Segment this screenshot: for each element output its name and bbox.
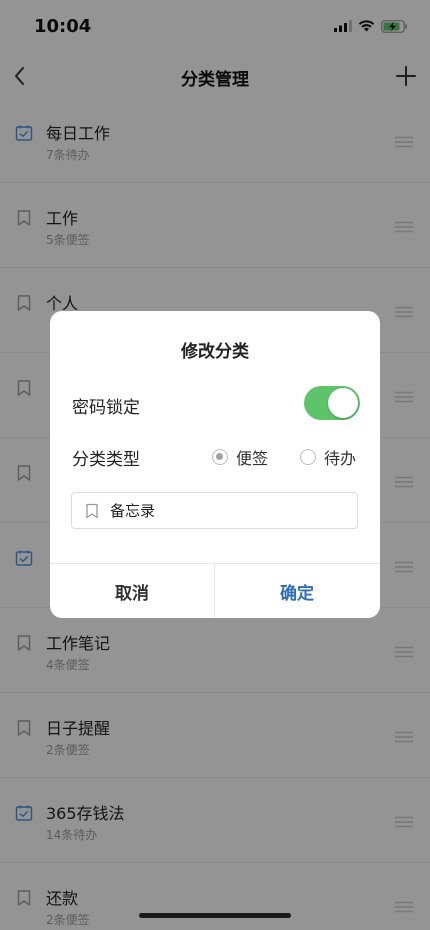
- category-type-label: 分类类型: [72, 450, 140, 470]
- type-option-note[interactable]: 便签: [212, 445, 268, 469]
- cancel-button[interactable]: 取消: [50, 564, 214, 618]
- edit-category-dialog: 修改分类 密码锁定 分类类型 便签 待办 取消 确定: [50, 311, 380, 618]
- bookmark-icon: [86, 503, 98, 519]
- category-name-field[interactable]: [71, 492, 358, 529]
- radio-todo-icon: [300, 449, 316, 465]
- password-lock-toggle[interactable]: [304, 386, 360, 420]
- password-lock-label: 密码锁定: [72, 398, 140, 418]
- type-option-note-label: 便签: [236, 449, 269, 468]
- dialog-title: 修改分类: [181, 342, 249, 362]
- home-indicator: [139, 913, 291, 918]
- type-option-todo[interactable]: 待办: [300, 445, 356, 469]
- category-name-input[interactable]: [110, 493, 350, 528]
- toggle-knob: [328, 388, 358, 418]
- type-option-todo-label: 待办: [324, 449, 357, 468]
- radio-note-icon: [212, 449, 228, 465]
- confirm-button[interactable]: 确定: [215, 564, 379, 618]
